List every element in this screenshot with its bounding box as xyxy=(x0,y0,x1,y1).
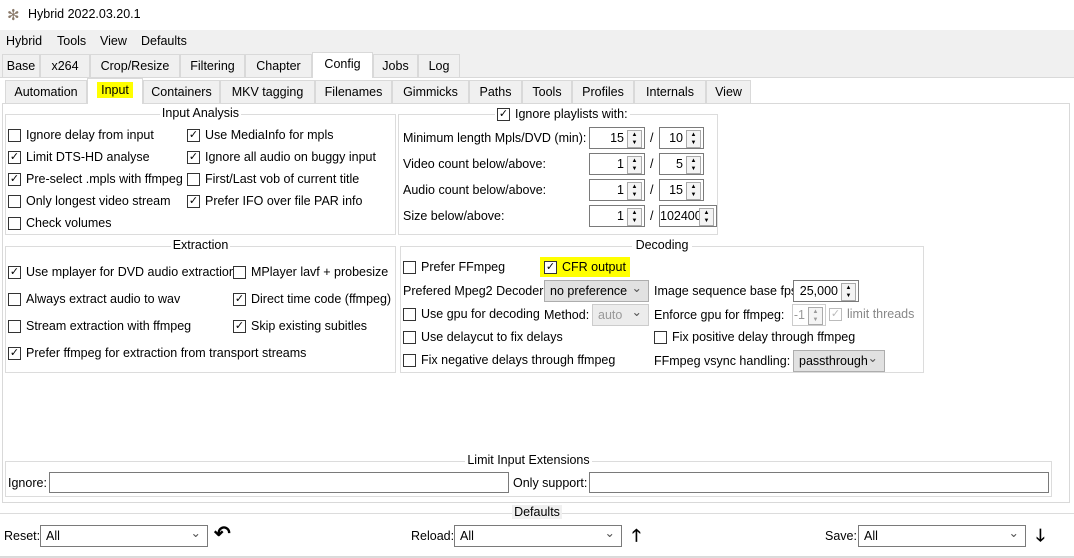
reload-select[interactable]: All xyxy=(454,523,622,547)
use-mplayer-dvd-checkbox[interactable]: ✓ Use mplayer for DVD audio extraction xyxy=(8,265,236,279)
fix-negative-delay-checkbox[interactable]: Fix negative delays through ffmpeg xyxy=(403,353,615,367)
stream-extraction-ffmpeg-checkbox[interactable]: Stream extraction with ffmpeg xyxy=(8,319,191,333)
mpeg2-decoder-select[interactable]: no preference xyxy=(544,278,649,302)
tab-internals[interactable]: Internals xyxy=(634,80,706,103)
tab-automation[interactable]: Automation xyxy=(5,80,87,103)
reset-undo-icon[interactable]: ↶ xyxy=(214,521,231,546)
group-title: Defaults xyxy=(512,505,562,519)
use-gpu-decoding-checkbox[interactable]: Use gpu for decoding xyxy=(403,307,540,321)
reload-label: Reload: xyxy=(411,529,455,543)
vsync-label: FFmpeg vsync handling: xyxy=(654,354,791,368)
method-select[interactable]: auto xyxy=(592,302,649,326)
mpeg2-decoder-label: Prefered Mpeg2 Decoder: xyxy=(403,284,547,298)
title-bar: ✻ Hybrid 2022.03.20.1 xyxy=(0,0,1074,30)
method-label: Method: xyxy=(544,308,590,322)
tab-chapter[interactable]: Chapter xyxy=(245,54,312,77)
tab-base[interactable]: Base xyxy=(2,54,40,77)
menu-defaults[interactable]: Defaults xyxy=(141,34,187,48)
save-label: Save: xyxy=(825,529,857,543)
separator: / xyxy=(650,209,654,223)
only-longest-video-checkbox[interactable]: Only longest video stream xyxy=(8,194,171,208)
audio-count-label: Audio count below/above: xyxy=(403,183,547,197)
always-extract-wav-checkbox[interactable]: Always extract audio to wav xyxy=(8,292,180,306)
menu-view[interactable]: View xyxy=(100,34,127,48)
check-volumes-checkbox[interactable]: Check volumes xyxy=(8,216,111,230)
tab-log[interactable]: Log xyxy=(418,54,460,77)
tab-config[interactable]: Config xyxy=(312,52,373,78)
only-support-input[interactable] xyxy=(589,472,1049,493)
tab-x264[interactable]: x264 xyxy=(40,54,90,77)
use-mediainfo-checkbox[interactable]: ✓ Use MediaInfo for mpls xyxy=(187,128,334,142)
tab-input[interactable]: Input xyxy=(87,78,143,104)
size-label: Size below/above: xyxy=(403,209,505,223)
only-support-label: Only support: xyxy=(513,476,588,490)
menu-hybrid[interactable]: Hybrid xyxy=(6,34,42,48)
group-title: Limit Input Extensions xyxy=(465,453,592,467)
save-down-arrow-icon[interactable]: 🡓 xyxy=(1036,523,1045,552)
separator: / xyxy=(650,183,654,197)
tab-filtering[interactable]: Filtering xyxy=(180,54,245,77)
fps-label: Image sequence base fps: xyxy=(654,284,801,298)
ignore-label: Ignore: xyxy=(8,476,47,490)
tab-containers[interactable]: Containers xyxy=(143,80,220,103)
ignore-delay-checkbox[interactable]: Ignore delay from input xyxy=(8,128,154,142)
tab-view[interactable]: View xyxy=(706,80,751,103)
ignore-input[interactable] xyxy=(49,472,509,493)
reload-up-arrow-icon[interactable]: 🡑 xyxy=(632,523,641,552)
app-logo-icon: ✻ xyxy=(7,7,20,24)
fps-spinbox[interactable]: 25,000 xyxy=(793,280,859,302)
tab-tools[interactable]: Tools xyxy=(522,80,572,103)
reset-select[interactable]: All xyxy=(40,523,208,547)
direct-time-code-checkbox[interactable]: ✓ Direct time code (ffmpeg) xyxy=(233,292,391,306)
tab-jobs[interactable]: Jobs xyxy=(373,54,418,77)
group-title: Input Analysis xyxy=(159,106,242,120)
audio-count-a-spinbox[interactable]: 1 xyxy=(589,179,645,201)
tab-gimmicks[interactable]: Gimmicks xyxy=(392,80,469,103)
vsync-select[interactable]: passthrough xyxy=(793,348,885,372)
separator: / xyxy=(650,157,654,171)
limit-dts-hd-checkbox[interactable]: ✓ Limit DTS-HD analyse xyxy=(8,150,150,164)
fix-positive-delay-checkbox[interactable]: Fix positive delay through ffmpeg xyxy=(654,330,855,344)
tab-profiles[interactable]: Profiles xyxy=(572,80,634,103)
skip-existing-subtitles-checkbox[interactable]: ✓ Skip existing subitles xyxy=(233,319,367,333)
min-length-label: Minimum length Mpls/DVD (min): xyxy=(403,131,587,145)
preselect-mpls-checkbox[interactable]: ✓ Pre-select .mpls with ffmpeg xyxy=(8,172,183,186)
tab-crop-resize[interactable]: Crop/Resize xyxy=(90,54,180,77)
enforce-gpu-label: Enforce gpu for ffmpeg: xyxy=(654,308,785,322)
group-title: Extraction xyxy=(170,238,231,252)
video-count-a-spinbox[interactable]: 1 xyxy=(589,153,645,175)
ignore-all-audio-checkbox[interactable]: ✓ Ignore all audio on buggy input xyxy=(187,150,376,164)
size-b-spinbox[interactable]: 102400 xyxy=(659,205,717,227)
ignore-playlists-checkbox[interactable]: ✓ Ignore playlists with: xyxy=(495,107,630,121)
reset-label: Reset: xyxy=(4,529,41,543)
group-title: Decoding xyxy=(631,237,693,253)
audio-count-b-spinbox[interactable]: 15 xyxy=(659,179,704,201)
tab-filenames[interactable]: Filenames xyxy=(315,80,392,103)
first-last-vob-checkbox[interactable]: First/Last vob of current title xyxy=(187,172,359,186)
mplayer-lavf-checkbox[interactable]: MPlayer lavf + probesize xyxy=(233,265,388,279)
min-length-a-spinbox[interactable]: 15 xyxy=(589,127,645,149)
use-delaycut-checkbox[interactable]: Use delaycut to fix delays xyxy=(403,330,563,344)
menu-tools[interactable]: Tools xyxy=(57,34,86,48)
tab-paths[interactable]: Paths xyxy=(469,80,522,103)
prefer-ffmpeg-ts-checkbox[interactable]: ✓ Prefer ffmpeg for extraction from trans… xyxy=(8,346,306,360)
save-select[interactable]: All xyxy=(858,523,1026,547)
size-a-spinbox[interactable]: 1 xyxy=(589,205,645,227)
prefer-ffmpeg-checkbox[interactable]: Prefer FFmpeg xyxy=(403,260,505,274)
separator: / xyxy=(650,131,654,145)
enforce-gpu-spinbox[interactable]: -1 xyxy=(792,304,826,326)
tab-mkv-tagging[interactable]: MKV tagging xyxy=(220,80,315,103)
min-length-b-spinbox[interactable]: 10 xyxy=(659,127,704,149)
video-count-b-spinbox[interactable]: 5 xyxy=(659,153,704,175)
video-count-label: Video count below/above: xyxy=(403,157,546,171)
prefer-ifo-checkbox[interactable]: ✓ Prefer IFO over file PAR info xyxy=(187,194,362,208)
cfr-output-checkbox[interactable]: ✓ CFR output xyxy=(540,257,630,277)
window-title: Hybrid 2022.03.20.1 xyxy=(28,7,141,21)
limit-threads-checkbox[interactable]: ✓ limit threads xyxy=(829,307,914,321)
